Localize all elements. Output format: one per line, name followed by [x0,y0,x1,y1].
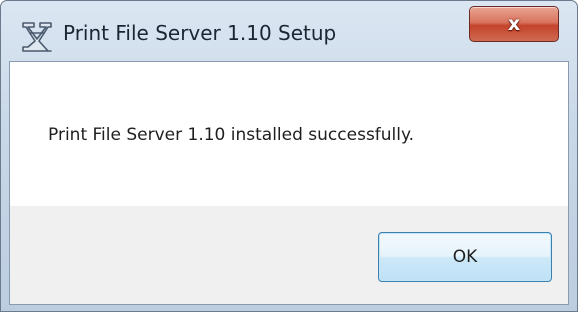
ok-button[interactable]: OK [378,232,552,282]
message-text: Print File Server 1.10 installed success… [48,125,415,145]
dialog-body: Print File Server 1.10 installed success… [9,61,569,305]
message-area: Print File Server 1.10 installed success… [10,62,568,206]
title-bar[interactable]: Print File Server 1.10 Setup x [1,1,577,61]
window-title: Print File Server 1.10 Setup [63,21,337,45]
setup-dialog-window: Print File Server 1.10 Setup x Print Fil… [0,0,578,312]
close-icon: x [507,13,521,35]
close-button[interactable]: x [469,6,559,42]
app-icon [19,19,55,55]
